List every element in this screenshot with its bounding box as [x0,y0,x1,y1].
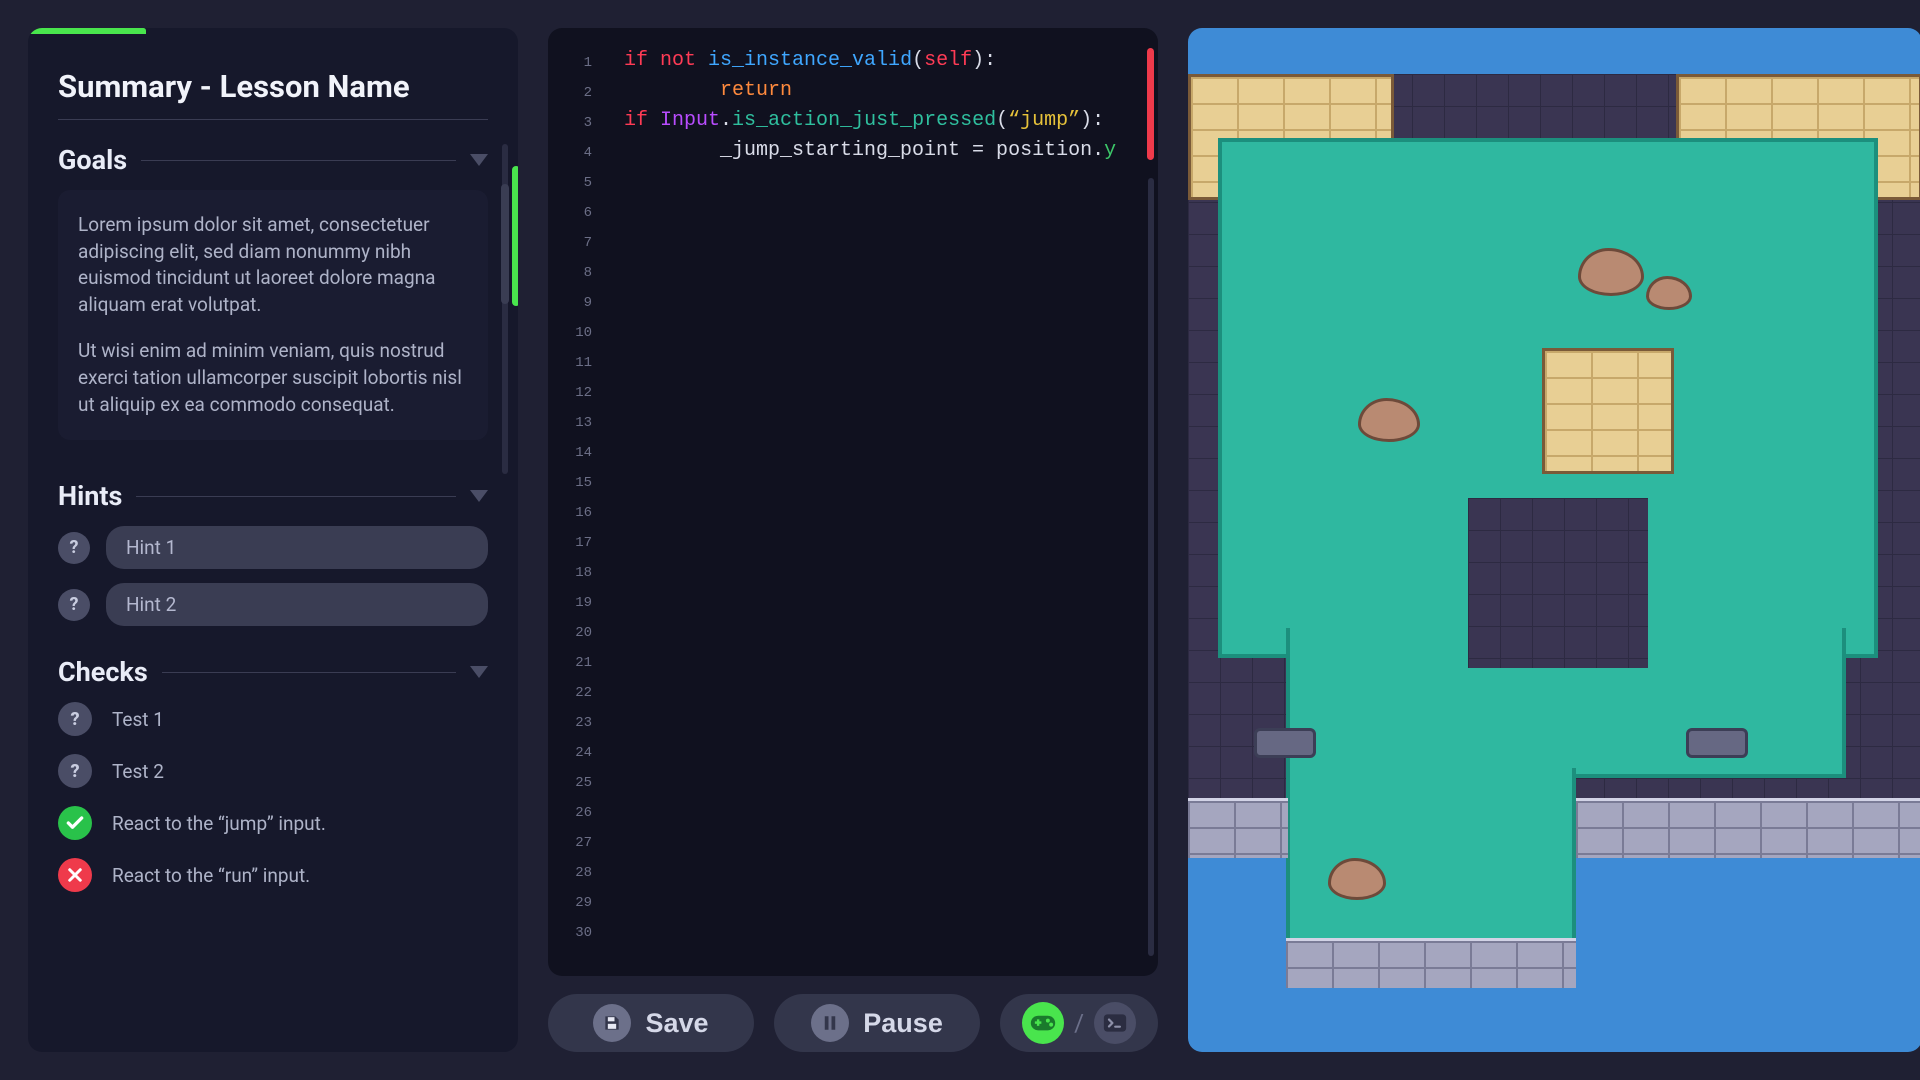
chevron-down-icon[interactable] [470,490,488,502]
checks-section: Checks ? Test 1 ? Test 2 React to the [58,656,488,892]
line-number: 24 [548,738,602,768]
line-number: 25 [548,768,602,798]
lesson-title: Summary - Lesson Name [58,68,488,105]
line-number-gutter: 1234567891011121314151617181920212223242… [548,48,602,948]
line-number: 18 [548,558,602,588]
line-number: 5 [548,168,602,198]
lesson-sidebar: Summary - Lesson Name Goals Lorem ipsum … [28,28,518,1052]
stone-tile [1576,798,1920,858]
vent-sprite [1686,728,1748,758]
goals-text-box: Lorem ipsum dolor sit amet, consectetuer… [58,190,488,440]
sidebar-content: Summary - Lesson Name Goals Lorem ipsum … [28,34,518,1052]
check-label: React to the “run” input. [112,864,310,887]
chevron-down-icon[interactable] [470,154,488,166]
water-area [1286,768,1576,948]
line-number: 26 [548,798,602,828]
divider [162,672,456,673]
code-editor[interactable]: 1234567891011121314151617181920212223242… [548,28,1158,976]
line-number: 15 [548,468,602,498]
toggle-separator: / [1074,1009,1084,1037]
check-pass-icon [58,806,92,840]
goals-section: Goals Lorem ipsum dolor sit amet, consec… [58,144,488,440]
pause-button[interactable]: Pause [774,994,980,1052]
stone-tile [1286,938,1576,988]
game-preview[interactable] [1188,28,1920,1052]
line-number: 22 [548,678,602,708]
check-row: React to the “jump” input. [58,806,488,840]
pause-icon [811,1004,849,1042]
view-mode-toggle: / [1000,994,1158,1052]
line-number: 23 [548,708,602,738]
line-number: 20 [548,618,602,648]
line-number: 14 [548,438,602,468]
check-row: React to the “run” input. [58,858,488,892]
pause-button-label: Pause [863,1008,943,1039]
check-label: Test 1 [112,708,164,731]
check-row: ? Test 2 [58,754,488,788]
hint-label: Hint 1 [106,526,488,569]
question-icon: ? [58,532,90,564]
goals-paragraph: Lorem ipsum dolor sit amet, consectetuer… [78,212,468,318]
hint-row[interactable]: ? Hint 1 [58,526,488,569]
editor-error-marker [1147,48,1154,160]
hints-section: Hints ? Hint 1 ? Hint 2 [58,480,488,626]
line-number: 8 [548,258,602,288]
line-number: 3 [548,108,602,138]
line-number: 13 [548,408,602,438]
save-icon [593,1004,631,1042]
goals-heading-row[interactable]: Goals [58,144,488,176]
hints-heading-row[interactable]: Hints [58,480,488,512]
divider [58,119,488,120]
hints-heading: Hints [58,480,122,512]
stone-tile [1188,798,1288,858]
line-number: 21 [548,648,602,678]
save-button[interactable]: Save [548,994,754,1052]
app-root: Summary - Lesson Name Goals Lorem ipsum … [28,28,1892,1052]
action-bar: Save Pause / [548,994,1158,1052]
line-number: 19 [548,588,602,618]
line-number: 2 [548,78,602,108]
divider [136,496,456,497]
vent-sprite [1254,728,1316,758]
question-icon: ? [58,754,92,788]
center-column: 1234567891011121314151617181920212223242… [548,28,1158,1052]
sand-tile [1542,348,1674,474]
hint-row[interactable]: ? Hint 2 [58,583,488,626]
line-number: 10 [548,318,602,348]
hint-label: Hint 2 [106,583,488,626]
code-content[interactable]: if not is_instance_valid(self): returnif… [624,46,1144,166]
checks-heading: Checks [58,656,148,688]
line-number: 11 [548,348,602,378]
wall-tile [1468,498,1648,668]
check-row: ? Test 1 [58,702,488,736]
game-view-button[interactable] [1022,1002,1064,1044]
save-button-label: Save [645,1008,708,1039]
checks-heading-row[interactable]: Checks [58,656,488,688]
line-number: 1 [548,48,602,78]
editor-scrollbar[interactable] [1148,178,1154,956]
line-number: 7 [548,228,602,258]
chevron-down-icon[interactable] [470,666,488,678]
sidebar-scrollbar-thumb[interactable] [501,184,509,304]
line-number: 17 [548,528,602,558]
question-icon: ? [58,702,92,736]
line-number: 28 [548,858,602,888]
line-number: 12 [548,378,602,408]
divider [141,160,456,161]
line-number: 6 [548,198,602,228]
check-label: Test 2 [112,760,164,783]
line-number: 4 [548,138,602,168]
line-number: 16 [548,498,602,528]
check-label: React to the “jump” input. [112,812,326,835]
goals-paragraph: Ut wisi enim ad minim veniam, quis nostr… [78,338,468,418]
sidebar-active-marker [512,166,518,306]
line-number: 30 [548,918,602,948]
check-fail-icon [58,858,92,892]
goals-heading: Goals [58,144,127,176]
line-number: 29 [548,888,602,918]
question-icon: ? [58,589,90,621]
line-number: 27 [548,828,602,858]
console-view-button[interactable] [1094,1002,1136,1044]
line-number: 9 [548,288,602,318]
